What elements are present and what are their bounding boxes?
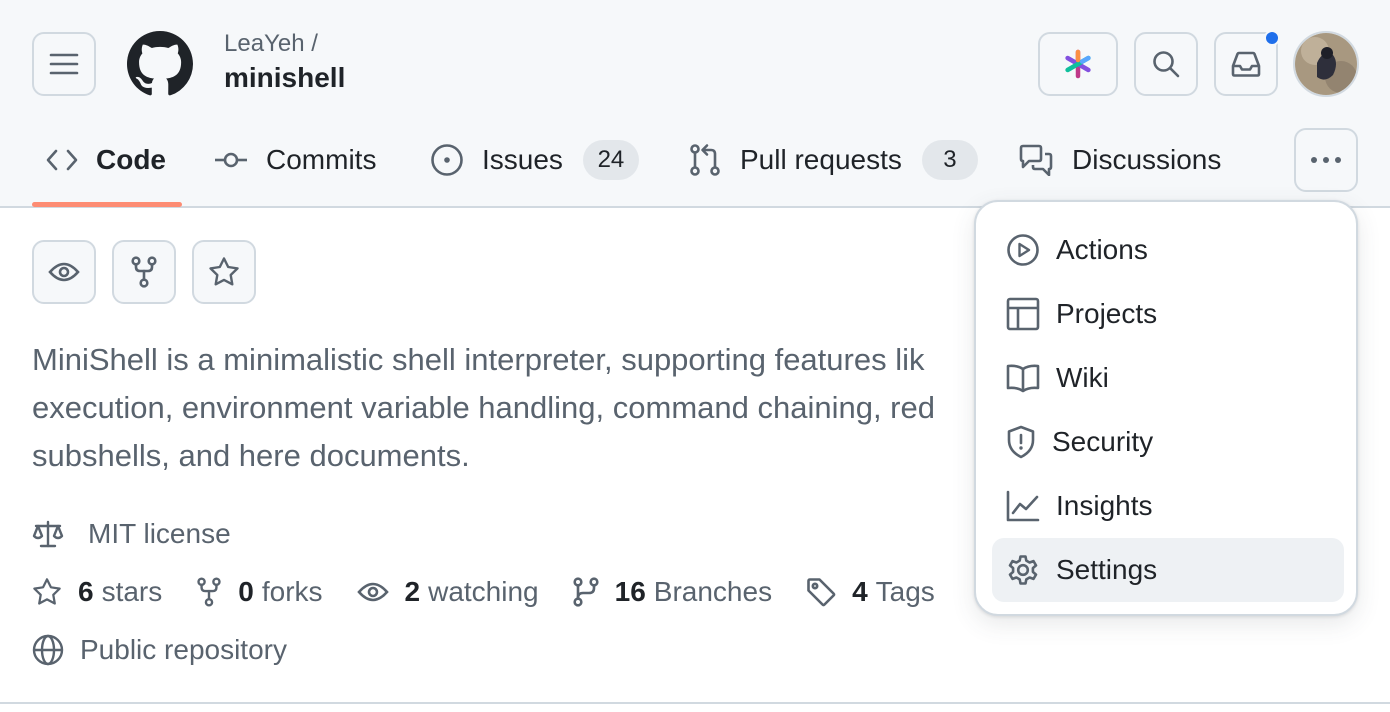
branches-label: Branches xyxy=(653,576,773,607)
star-button[interactable] xyxy=(192,240,256,304)
forks-count: 0 xyxy=(238,576,254,607)
branch-icon xyxy=(573,577,599,607)
kebab-horizontal-icon xyxy=(1311,157,1341,163)
star-icon xyxy=(33,578,61,605)
star-icon xyxy=(209,257,239,286)
menu-item-wiki[interactable]: Wiki xyxy=(992,346,1344,410)
repo-name-link[interactable]: minishell xyxy=(224,62,345,94)
tag-icon xyxy=(807,578,836,607)
eye-icon xyxy=(48,262,80,282)
menu-item-projects[interactable]: Projects xyxy=(992,282,1344,346)
tab-commits[interactable]: Commits xyxy=(214,132,376,188)
menu-item-actions[interactable]: Actions xyxy=(992,218,1344,282)
pull-requests-count-badge: 3 xyxy=(921,140,978,180)
stars-label: stars xyxy=(101,576,163,607)
globe-icon xyxy=(32,634,64,666)
menu-item-settings[interactable]: Settings xyxy=(992,538,1344,602)
code-icon xyxy=(46,149,78,171)
more-tabs-button[interactable] xyxy=(1294,128,1358,192)
menu-item-label: Projects xyxy=(1056,298,1158,329)
issues-count-badge: 24 xyxy=(582,140,639,180)
menu-item-label: Settings xyxy=(1056,554,1158,585)
watching-count: 2 xyxy=(404,576,421,607)
tags-count: 4 xyxy=(852,576,868,607)
license-link[interactable]: MIT license xyxy=(32,514,231,554)
play-icon xyxy=(1007,234,1039,266)
search-button[interactable] xyxy=(1134,32,1198,96)
visibility-label: Public repository xyxy=(32,630,287,670)
menu-item-label: Security xyxy=(1052,426,1154,457)
table-icon xyxy=(1006,297,1040,331)
menu-item-insights[interactable]: Insights xyxy=(992,474,1344,538)
license-label: MIT license xyxy=(88,518,231,549)
law-icon xyxy=(32,520,64,548)
copilot-button[interactable] xyxy=(1038,32,1118,96)
watching-link[interactable]: 2 watching xyxy=(356,576,539,608)
tab-issues[interactable]: Issues 24 xyxy=(430,132,639,188)
book-icon xyxy=(1006,364,1040,393)
tags-label: Tags xyxy=(875,576,935,607)
tab-discussions-label: Discussions xyxy=(1072,144,1222,175)
commit-icon xyxy=(215,152,247,168)
tab-pull-requests-label: Pull requests xyxy=(740,144,902,175)
repo-owner-link[interactable]: LeaYeh / xyxy=(224,30,318,58)
search-icon xyxy=(1153,51,1180,78)
tab-pull-requests[interactable]: Pull requests 3 xyxy=(688,132,978,188)
hamburger-menu-button[interactable] xyxy=(32,32,96,96)
tab-commits-label: Commits xyxy=(266,144,377,175)
tab-issues-label: Issues xyxy=(482,144,563,175)
inbox-icon xyxy=(1231,51,1261,77)
avatar[interactable] xyxy=(1293,31,1359,97)
divider xyxy=(0,702,1390,704)
watch-button[interactable] xyxy=(32,240,96,304)
shield-icon xyxy=(1007,425,1035,459)
fork-icon xyxy=(131,256,157,288)
visibility-text: Public repository xyxy=(80,634,287,665)
branches-link[interactable]: 16 Branches xyxy=(573,576,772,608)
forks-label: forks xyxy=(261,576,323,607)
github-logo-icon[interactable] xyxy=(127,31,193,97)
selected-tab-indicator xyxy=(32,202,182,207)
copilot-icon xyxy=(1065,49,1091,79)
fork-button[interactable] xyxy=(112,240,176,304)
menu-item-label: Wiki xyxy=(1056,362,1109,393)
pull-request-icon xyxy=(690,144,720,176)
gear-icon xyxy=(1008,555,1038,585)
more-tabs-dropdown: Actions Projects Wiki Security Insights … xyxy=(974,200,1358,616)
menu-item-label: Insights xyxy=(1056,490,1153,521)
stars-count: 6 xyxy=(78,576,94,607)
hamburger-icon xyxy=(49,53,79,75)
graph-icon xyxy=(1006,490,1040,522)
eye-icon xyxy=(356,582,389,602)
notification-indicator xyxy=(1264,30,1280,46)
menu-item-security[interactable]: Security xyxy=(992,410,1344,474)
fork-icon xyxy=(197,577,221,607)
tab-code[interactable]: Code xyxy=(46,132,166,188)
repo-stats: 6 stars 0 forks 2 watching 16 Branches 4 Tags xyxy=(32,572,969,612)
watching-label: watching xyxy=(428,576,539,607)
forks-link[interactable]: 0 forks xyxy=(196,576,323,608)
tags-link[interactable]: 4 Tags xyxy=(806,576,935,608)
tab-code-label: Code xyxy=(96,144,166,175)
branches-count: 16 xyxy=(614,576,646,607)
menu-item-label: Actions xyxy=(1056,234,1148,265)
tab-discussions[interactable]: Discussions xyxy=(1018,132,1221,188)
discussions-icon xyxy=(1019,144,1053,176)
issue-icon xyxy=(431,144,463,176)
stars-link[interactable]: 6 stars xyxy=(32,576,162,608)
